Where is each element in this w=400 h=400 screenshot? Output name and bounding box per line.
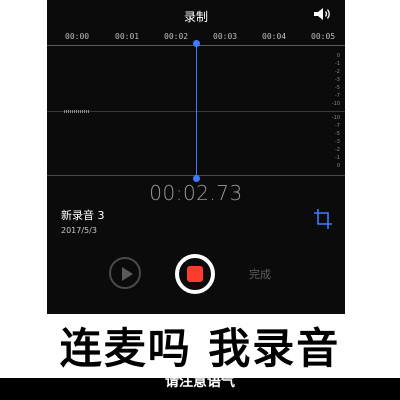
level-label: -10 bbox=[331, 115, 340, 121]
level-label: -7 bbox=[335, 123, 340, 129]
level-label: 0 bbox=[336, 53, 340, 59]
ruler-tick: 00:03 bbox=[213, 32, 238, 41]
caption-sub: 请注意语气 bbox=[165, 374, 235, 390]
playhead[interactable] bbox=[193, 40, 200, 182]
level-label: -5 bbox=[335, 131, 340, 137]
done-button[interactable]: 完成 bbox=[249, 266, 271, 282]
level-label: -3 bbox=[335, 139, 340, 145]
caption-bar: 请注意语气 bbox=[0, 374, 400, 400]
crop-icon[interactable] bbox=[313, 208, 333, 230]
level-label: -3 bbox=[335, 77, 340, 83]
meme-caption: 连麦吗 我录音 bbox=[0, 314, 400, 378]
level-label: -2 bbox=[335, 147, 340, 153]
ruler-tick: 00:02 bbox=[164, 32, 189, 41]
level-label: -10 bbox=[331, 101, 340, 107]
level-label: -2 bbox=[335, 69, 340, 75]
record-stop-icon bbox=[187, 266, 203, 282]
recording-name[interactable]: 新录音 3 bbox=[61, 207, 105, 223]
caption-main: 连麦吗 我录音 bbox=[59, 324, 341, 373]
level-label: -5 bbox=[335, 85, 340, 91]
page-title: 录制 bbox=[183, 10, 208, 24]
play-button[interactable] bbox=[109, 257, 141, 289]
record-button[interactable] bbox=[175, 254, 215, 294]
level-label: 0 bbox=[336, 163, 340, 169]
waveform-trace bbox=[64, 110, 90, 113]
ruler-tick: 00:01 bbox=[115, 32, 140, 41]
level-label: -7 bbox=[335, 93, 340, 99]
elapsed-time: 00:02.73 bbox=[149, 181, 243, 205]
level-label: -1 bbox=[335, 155, 340, 161]
ruler-tick: 00:05 bbox=[311, 32, 336, 41]
playhead-top-handle[interactable] bbox=[193, 40, 200, 47]
recording-date: 2017/5/3 bbox=[61, 226, 97, 235]
play-icon bbox=[122, 267, 133, 281]
ruler-tick: 00:00 bbox=[65, 32, 90, 41]
level-label: -1 bbox=[335, 61, 340, 67]
ruler-tick: 00:04 bbox=[262, 32, 287, 41]
voice-memo-screen: 录制 00:00 00:01 00:02 00:03 00:04 00:05 0… bbox=[47, 0, 345, 314]
speaker-icon[interactable] bbox=[313, 7, 333, 21]
